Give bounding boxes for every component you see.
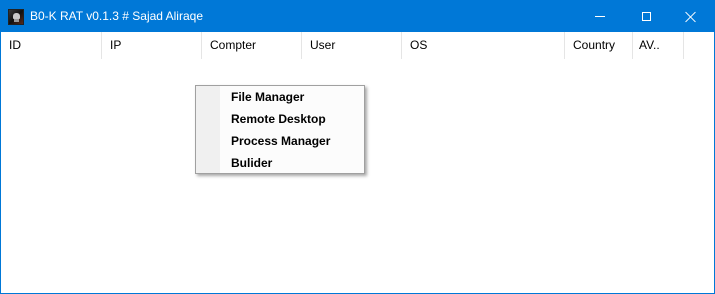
minimize-button[interactable] (577, 1, 623, 32)
menu-item-remote-desktop[interactable]: Remote Desktop (231, 108, 326, 130)
close-icon (685, 11, 697, 23)
minimize-icon (595, 16, 605, 17)
context-menu: File Manager Remote Desktop Process Mana… (195, 85, 365, 174)
menu-item-process-manager[interactable]: Process Manager (231, 130, 330, 152)
column-header-country[interactable]: Country (565, 32, 633, 59)
menu-item-builder[interactable]: Bulider (231, 152, 272, 174)
maximize-icon (641, 12, 651, 21)
menu-icon-gutter (196, 86, 221, 173)
column-header-computer[interactable]: Compter (202, 32, 302, 59)
main-window: B0-K RAT v0.1.3 # Sajad Aliraqe ID IP Co… (0, 0, 715, 294)
column-header-id[interactable]: ID (1, 32, 102, 59)
close-button[interactable] (668, 1, 714, 32)
column-header-os[interactable]: OS (402, 32, 565, 59)
list-header: ID IP Compter User OS Country AV.. (1, 32, 714, 59)
column-header-ip[interactable]: IP (102, 32, 202, 59)
column-header-user[interactable]: User (302, 32, 402, 59)
skull-app-icon (8, 9, 24, 25)
maximize-button[interactable] (623, 1, 669, 32)
title-bar[interactable]: B0-K RAT v0.1.3 # Sajad Aliraqe (1, 1, 714, 32)
column-header-av[interactable]: AV.. (633, 32, 684, 59)
window-title: B0-K RAT v0.1.3 # Sajad Aliraqe (30, 9, 203, 23)
menu-item-file-manager[interactable]: File Manager (231, 86, 304, 108)
